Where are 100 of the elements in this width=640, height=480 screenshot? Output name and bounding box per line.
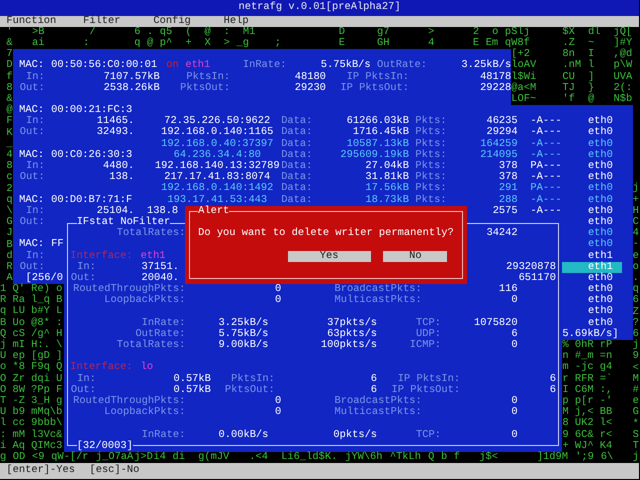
noise-text: b — [440, 452, 448, 464]
noise-text: Q cS /g^ H — [0, 328, 62, 340]
noise-text: O Zr dqi U — [0, 374, 62, 385]
noise-text: . — [146, 26, 154, 38]
field-label: IP PktsIn: — [346, 72, 409, 83]
noise-text: o *8 F9q Q — [0, 362, 62, 374]
field-value: 2575 — [492, 206, 518, 217]
noise-text: OD — [12, 452, 26, 464]
dialog-button[interactable]: Yes — [288, 250, 371, 262]
interface-name: eth0 — [588, 161, 613, 172]
field-label: Data: — [281, 172, 312, 184]
dialog-button[interactable]: No — [383, 250, 448, 262]
noise-text: ] — [588, 72, 594, 83]
noise-text: dl — [588, 26, 600, 38]
noise-text: q — [134, 38, 140, 50]
noise-text: i Aq QIMc3 — [0, 440, 62, 452]
field-value: 1075820 — [474, 318, 518, 329]
noise-text: U ep [gD ] — [0, 351, 62, 362]
noise-text: f — [454, 452, 460, 464]
noise-text: o — [492, 26, 498, 38]
mac-address: 00:C0:26:30:3 — [51, 150, 132, 161]
menu-item[interactable]: Filter — [83, 16, 120, 27]
field-label: In: — [26, 206, 45, 217]
field-label: Pkts: — [415, 116, 447, 128]
field-value: 0.57kB — [173, 374, 211, 385]
field-label: PktsOut: — [224, 384, 275, 396]
field-value: 291 — [498, 183, 518, 195]
noise-text: } — [588, 82, 594, 94]
key-hint: [enter]-Yes — [6, 465, 75, 477]
noise-text: q5 — [160, 26, 172, 38]
interface-name: eth0 — [588, 194, 613, 206]
field-label: MAC: — [19, 60, 44, 72]
interface-name: eth0 — [588, 127, 613, 138]
noise-text: g(mJV — [198, 452, 230, 464]
ip-address: 192.168.140.13:32789 — [154, 161, 280, 172]
noise-text: jYW\6h — [345, 452, 383, 464]
interface-name: eth0 — [588, 272, 613, 284]
field-value: 6 — [550, 384, 556, 396]
mac-address: 00:00:21:FC:3 — [51, 105, 132, 116]
field-label: ICMP: — [410, 340, 441, 352]
menu-item[interactable]: Config — [153, 16, 191, 27]
field-value: 5.75kB/s — [320, 60, 371, 72]
noise-text: $X — [562, 26, 575, 38]
noise-text: p\W — [614, 60, 632, 72]
field-value: 29294 — [486, 127, 518, 139]
tcp-flags: -A--- — [530, 116, 562, 128]
field-value: 9.00kB/s — [218, 340, 268, 352]
field-label: Data: — [281, 127, 312, 139]
menu-item[interactable]: Help — [224, 16, 249, 27]
tcp-flags: -A--- — [530, 150, 562, 161]
field-label: MulticastPkts: — [334, 407, 422, 418]
field-label: Data: — [281, 138, 312, 150]
ip-address: 138.8 — [146, 206, 178, 217]
field-value: 164259 — [480, 138, 518, 150]
field-value: 651170 — [518, 272, 556, 284]
mac-address: 00:50:56:C0:00:01 — [51, 60, 158, 72]
interface-name: eth1 — [562, 262, 622, 273]
noise-text: ' — [6, 26, 13, 38]
field-label: Out: — [70, 272, 96, 284]
noise-text: .Z — [562, 38, 575, 49]
field-label: LoopbackPkts: — [104, 407, 186, 418]
field-label: Data: — [281, 183, 312, 195]
noise-text: T -Z 3_H g — [0, 396, 62, 407]
field-label: Interface: — [70, 362, 133, 374]
field-value: 378 — [498, 172, 518, 184]
field-value: 0 — [511, 407, 518, 418]
noise-text: [+2 — [511, 49, 530, 60]
noise-text: qW8f — [504, 38, 530, 49]
noise-text: Q — [428, 452, 434, 464]
field-value: 6 — [370, 374, 378, 385]
noise-text: : — [83, 38, 90, 50]
ip-address: 192.168.0.40:37397 — [161, 138, 274, 150]
field-label: OutRate: — [377, 60, 427, 72]
noise-text: ; — [274, 38, 282, 50]
field-label: Pkts: — [415, 150, 447, 161]
field-label: MulticastPkts: — [334, 295, 422, 306]
tcp-flags: PA--- — [530, 183, 562, 195]
noise-text: / — [89, 26, 96, 38]
field-label: Out: — [70, 384, 96, 396]
field-label: Pkts: — [415, 127, 447, 138]
app-title: netrafg v.0.01[preAlpha27] — [238, 2, 401, 14]
noise-text: 6 — [134, 26, 140, 38]
noise-text: @ — [146, 38, 154, 50]
interface-name: eth0 — [588, 138, 613, 150]
tcp-flags: PA--- — [530, 161, 562, 172]
noise-text: ]#Y — [614, 38, 632, 49]
window-footer: 5.69kB/s] — [562, 328, 618, 340]
field-label: PktsIn: — [186, 72, 230, 83]
field-value: 214095 — [480, 150, 518, 161]
noise-text: di — [172, 452, 186, 464]
noise-text: g7 — [377, 26, 390, 38]
field-label: RoutedThroughPkts: — [73, 396, 186, 407]
field-label: Pkts: — [415, 194, 447, 206]
noise-text: >B — [32, 26, 44, 38]
noise-text: @ — [204, 26, 211, 38]
noise-text: qW-[/r — [51, 452, 89, 464]
noise-text: <9 — [32, 452, 44, 464]
menu-item[interactable]: Function — [6, 16, 56, 27]
field-label: Out: — [20, 262, 45, 273]
field-label: MAC: — [19, 194, 44, 206]
